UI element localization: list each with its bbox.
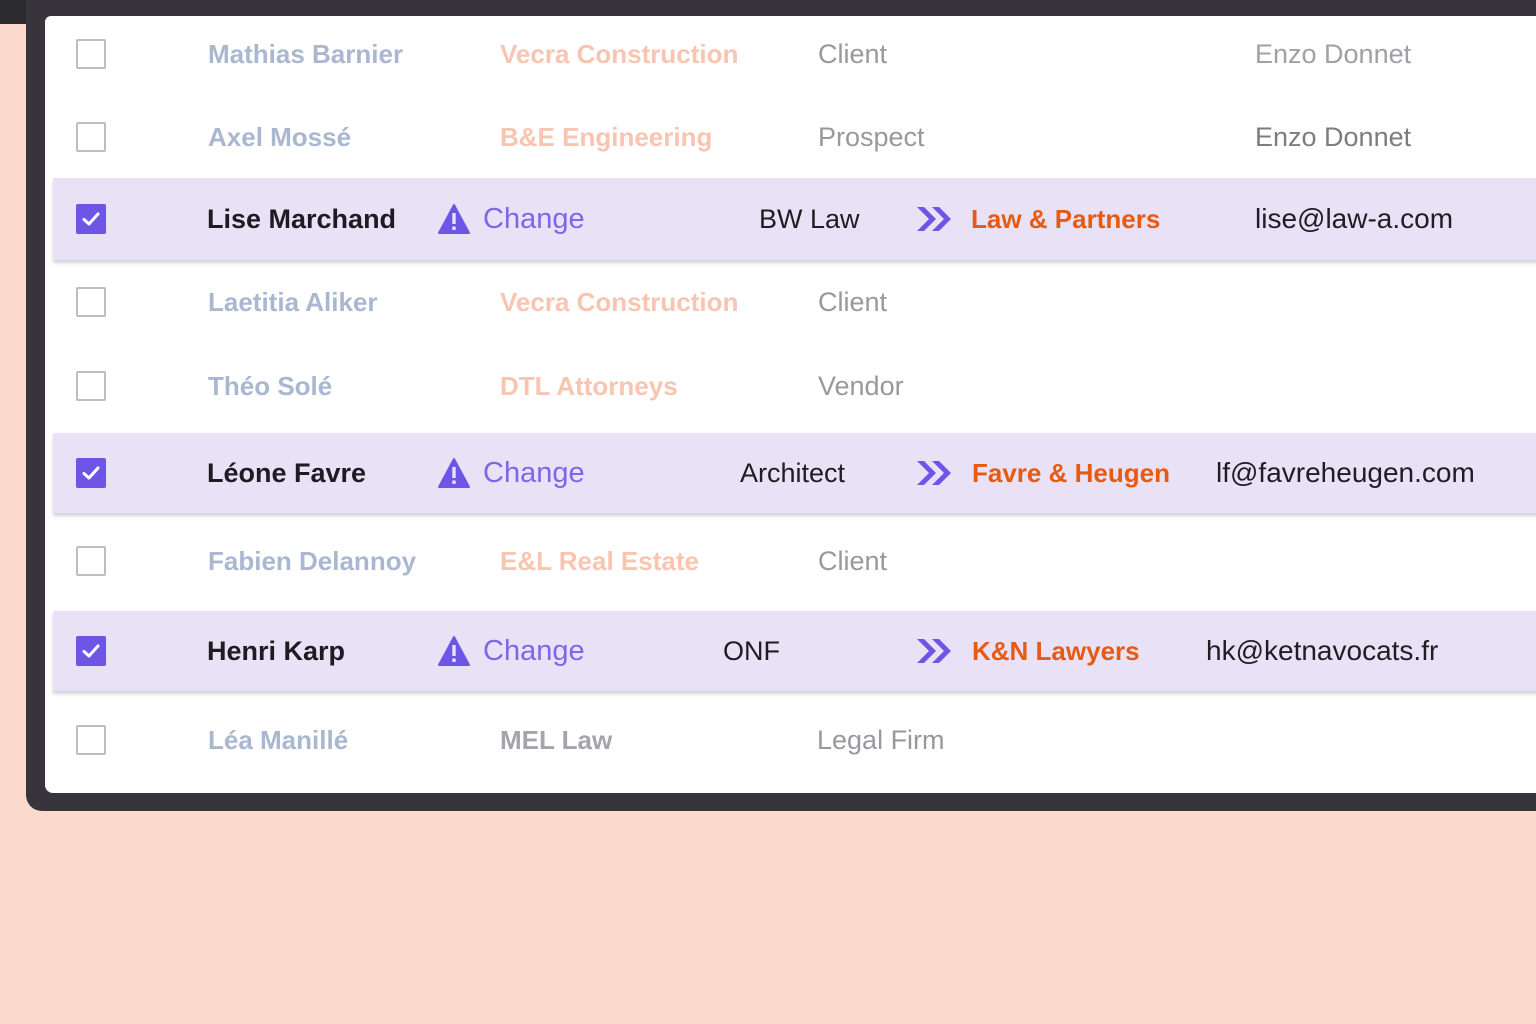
contact-name: Léone Favre [207,457,367,488]
checkmark-icon [82,212,100,226]
contact-name: Lise Marchand [207,203,397,234]
contact-type: Legal Firm [817,724,945,755]
table-row[interactable]: Léa Manillé MEL Law Legal Firm [45,700,1536,780]
table-row[interactable]: Fabien Delannoy E&L Real Estate Client [45,521,1536,601]
change-label: Change [483,634,585,667]
contact-type: Vendor [818,370,904,401]
row-checkbox-checked[interactable] [76,636,106,666]
company-name: B&E Engineering [500,121,713,152]
contact-type: Prospect [818,121,925,152]
row-checkbox[interactable] [76,39,106,69]
new-company: Favre & Heugen [972,457,1170,488]
warning-icon [437,203,471,235]
owner-name: Enzo Donnet [1255,121,1412,152]
contact-name: Fabien Delannoy [208,545,417,576]
double-chevron-right-icon [915,178,955,260]
new-company: Law & Partners [971,203,1161,234]
company-name: Vecra Construction [500,286,739,317]
company-name: DTL Attorneys [500,370,678,401]
row-checkbox[interactable] [76,287,106,317]
company-name: E&L Real Estate [500,545,699,576]
contact-name: Henri Karp [207,635,346,666]
row-checkbox-checked[interactable] [76,204,106,234]
contact-name: Léa Manillé [208,724,349,755]
new-company: K&N Lawyers [972,635,1140,666]
change-indicator[interactable]: Change [437,433,585,513]
change-label: Change [483,456,585,489]
table-row[interactable]: Mathias Barnier Vecra Construction Clien… [45,16,1536,92]
checkmark-icon [82,466,100,480]
row-checkbox[interactable] [76,371,106,401]
table-row[interactable]: Laetitia Aliker Vecra Construction Clien… [45,262,1536,342]
old-company: BW Law [759,203,860,234]
row-checkbox[interactable] [76,725,106,755]
contact-type: Client [818,286,888,317]
contact-type: Client [818,38,888,69]
warning-icon [437,457,471,489]
contact-type: Client [818,545,888,576]
frame-corner [0,0,26,24]
double-chevron-right-icon [915,433,955,513]
contact-name: Théo Solé [208,370,333,401]
row-checkbox-checked[interactable] [76,458,106,488]
table-row[interactable]: Théo Solé DTL Attorneys Vendor [45,346,1536,426]
contact-email[interactable]: lf@favreheugen.com [1216,433,1475,513]
table-row-selected[interactable]: Léone Favre Change Architect Favre & Heu… [53,433,1536,513]
old-company: Architect [740,457,846,488]
contact-name: Mathias Barnier [208,38,404,69]
company-name: MEL Law [500,724,613,755]
table-row[interactable]: Axel Mossé B&E Engineering Prospect Enzo… [45,96,1536,178]
old-company: ONF [723,635,780,666]
warning-icon [437,635,471,667]
contact-name: Laetitia Aliker [208,286,378,317]
change-indicator[interactable]: Change [437,178,585,260]
owner-name: Enzo Donnet [1255,38,1412,69]
table-row-selected[interactable]: Lise Marchand Change BW Law Law & Partne… [53,178,1536,260]
row-checkbox[interactable] [76,546,106,576]
change-label: Change [483,202,585,235]
double-chevron-right-icon [915,611,955,691]
table-row-selected[interactable]: Henri Karp Change ONF K&N Lawyers hk@ket… [53,611,1536,691]
row-checkbox[interactable] [76,122,106,152]
checkmark-icon [82,644,100,658]
contact-name: Axel Mossé [208,121,352,152]
contacts-table: Mathias Barnier Vecra Construction Clien… [45,16,1536,793]
change-indicator[interactable]: Change [437,611,585,691]
contact-email[interactable]: lise@law-a.com [1255,178,1453,260]
contact-email[interactable]: hk@ketnavocats.fr [1206,611,1438,691]
company-name: Vecra Construction [500,38,739,69]
